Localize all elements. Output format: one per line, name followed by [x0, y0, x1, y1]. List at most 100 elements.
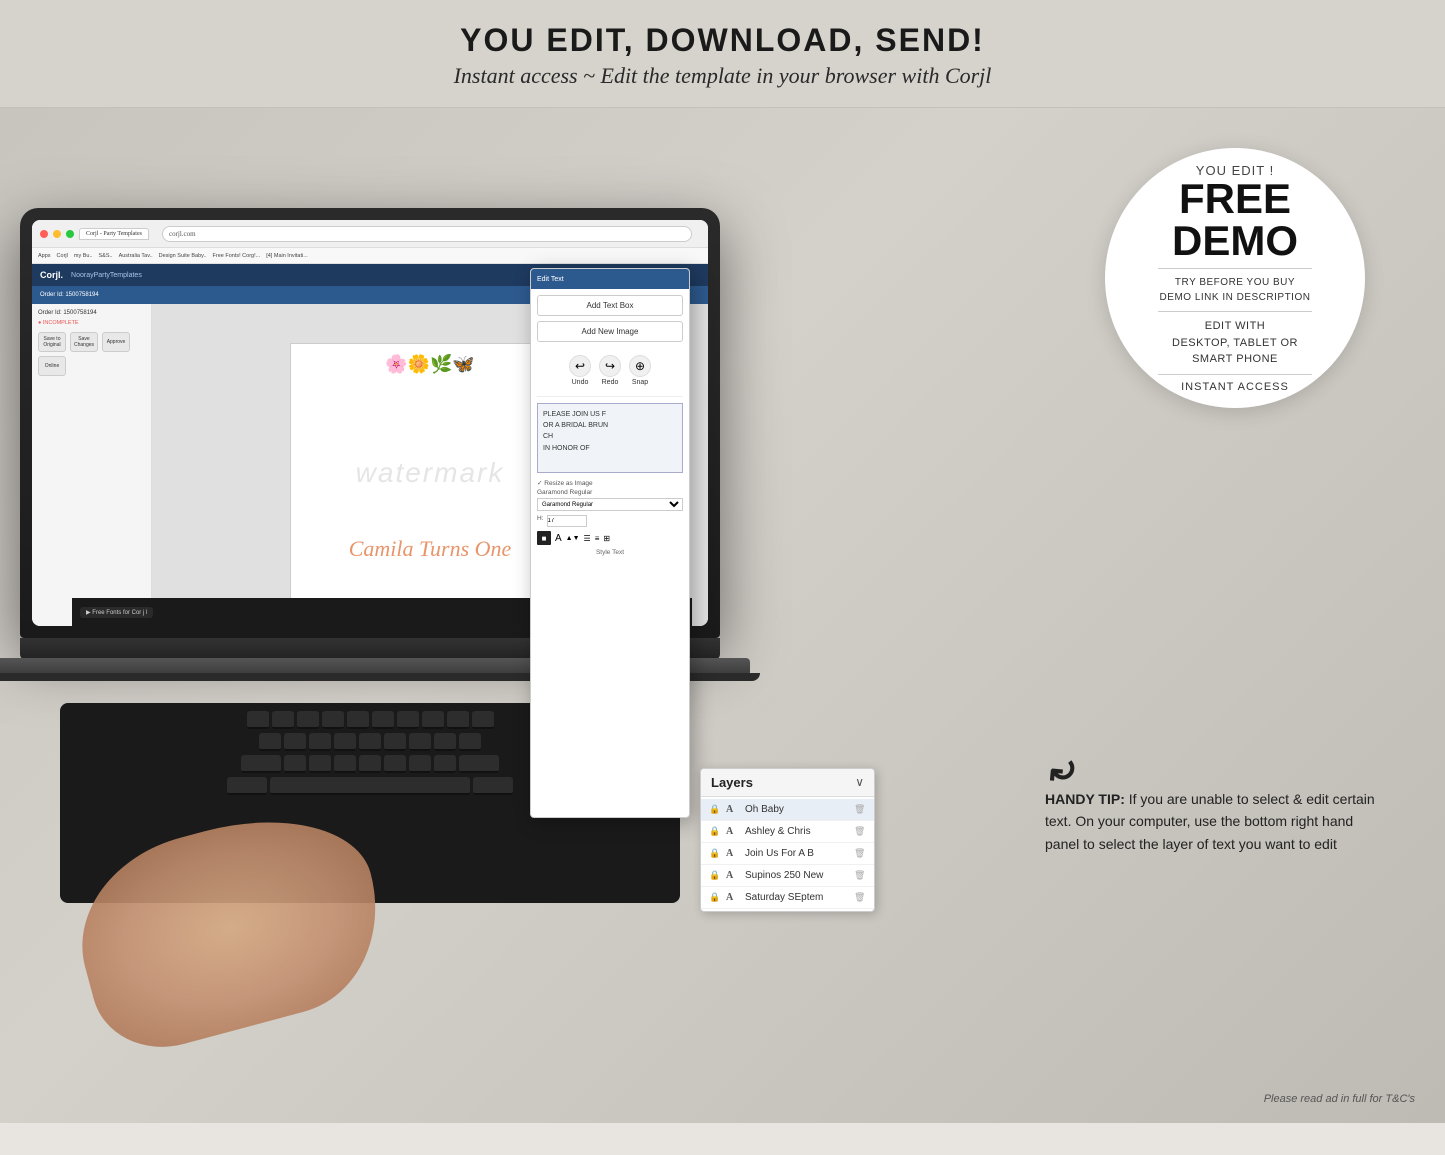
layer-delete-5[interactable]: 🗑: [854, 892, 866, 903]
canvas-script-text: Camila Turns One: [349, 536, 512, 562]
demo-try-text: TRY BEFORE YOU BUYDEMO LINK IN DESCRIPTI…: [1160, 275, 1311, 305]
fp-font-label: Garamond Regular: [537, 489, 683, 496]
layers-header[interactable]: Layers ∨: [701, 769, 874, 797]
browser-close-btn[interactable]: [40, 230, 48, 238]
demo-divider-2: [1158, 311, 1312, 312]
demo-edit-with-text: EDIT WITHDESKTOP, TABLET ORSMART PHONE: [1172, 318, 1298, 368]
key-g: [359, 733, 381, 751]
key-n: [409, 755, 431, 773]
snap-button[interactable]: ⊕ Snap: [629, 355, 651, 386]
fp-font-select[interactable]: Garamond Regular: [537, 498, 683, 511]
key-y: [372, 711, 394, 729]
taskbar-free-fonts[interactable]: ▶ Free Fonts for Cor j l: [80, 607, 153, 618]
handy-tip-label: HANDY TIP:: [1045, 791, 1125, 807]
key-c: [334, 755, 356, 773]
fp-height-input[interactable]: [547, 515, 587, 527]
bookmark-design[interactable]: Design Suite Baby..: [159, 253, 207, 259]
fp-height-label: H:: [537, 515, 544, 525]
key-i: [422, 711, 444, 729]
sidebar-save-changes[interactable]: Save Changes: [70, 332, 98, 352]
floating-panel-header: Edit Text: [531, 269, 689, 289]
key-u: [397, 711, 419, 729]
key-j: [409, 733, 431, 751]
fp-format-bold[interactable]: A: [555, 533, 562, 544]
fp-header-text: Edit Text: [537, 276, 564, 283]
layer-item[interactable]: 🔒 A Oh Baby 🗑: [701, 799, 874, 821]
layer-delete-3[interactable]: 🗑: [854, 848, 866, 859]
key-f: [334, 733, 356, 751]
bookmark-email[interactable]: [4] Main Invitati...: [266, 253, 308, 259]
fp-color-swatch[interactable]: ■: [537, 531, 551, 545]
redo-button[interactable]: ↪ Redo: [599, 355, 621, 386]
layer-name-ashley-chris: Ashley & Chris: [745, 826, 849, 837]
bookmark-apps[interactable]: Apps: [38, 253, 51, 259]
fp-text-preview: PLEASE JOIN US FOR A BRIDAL BRUNCHIN HON…: [537, 403, 683, 473]
add-text-box-button[interactable]: Add Text Box: [537, 295, 683, 316]
layers-chevron-icon: ∨: [855, 775, 864, 790]
fp-format-size[interactable]: ▲▼: [566, 535, 580, 542]
sidebar-approve[interactable]: Approve: [102, 332, 130, 352]
fp-style-text-label: Style Text: [537, 549, 683, 556]
layer-name-join-us: Join Us For A B: [745, 848, 849, 859]
layers-list: 🔒 A Oh Baby 🗑 🔒 A Ashley & Chris 🗑 🔒 A J…: [701, 797, 874, 911]
layer-item[interactable]: 🔒 A Saturday SEptem 🗑: [701, 887, 874, 909]
fp-divider-1: [537, 396, 683, 397]
corjl-nav-item[interactable]: NoorayPartyTemplates: [71, 272, 142, 279]
layer-item[interactable]: 🔒 A Join Us For A B 🗑: [701, 843, 874, 865]
sidebar-online[interactable]: Online: [38, 356, 66, 376]
demo-divider-3: [1158, 374, 1312, 375]
key-h: [384, 733, 406, 751]
redo-label: Redo: [602, 379, 619, 386]
layer-type-2: A: [726, 826, 740, 837]
browser-maximize-btn[interactable]: [66, 230, 74, 238]
undo-button[interactable]: ↩ Undo: [569, 355, 591, 386]
layer-delete-2[interactable]: 🗑: [854, 826, 866, 837]
layer-lock-icon-1: 🔒: [709, 804, 721, 815]
top-banner: YOU EDIT, DOWNLOAD, SEND! Instant access…: [0, 0, 1445, 108]
toolbar-order-id: Order Id: 1500758194: [40, 292, 99, 298]
key-k: [434, 733, 456, 751]
layer-item[interactable]: 🔒 A Supinos 250 New 🗑: [701, 865, 874, 887]
key-space: [270, 777, 470, 795]
canvas-flowers: 🌸🌼🌿🦋: [385, 354, 475, 375]
layer-lock-icon-2: 🔒: [709, 826, 721, 837]
browser-minimize-btn[interactable]: [53, 230, 61, 238]
sidebar-status: ● INCOMPLETE: [38, 320, 145, 326]
fp-format-icon2[interactable]: ≡: [595, 534, 600, 543]
key-q: [247, 711, 269, 729]
undo-label: Undo: [572, 379, 589, 386]
floating-edit-panel: Edit Text Add Text Box Add New Image ↩ U…: [530, 268, 690, 818]
handy-tip-section: HANDY TIP: If you are unable to select &…: [1045, 788, 1385, 855]
layer-type-3: A: [726, 848, 740, 859]
canvas-watermark: watermark: [356, 457, 505, 489]
key-ctrl: [227, 777, 267, 795]
banner-subheadline: Instant access ~ Edit the template in yo…: [20, 63, 1425, 89]
bookmark-australia[interactable]: Australia Tav..: [119, 253, 153, 259]
layer-delete-1[interactable]: 🗑: [854, 804, 866, 815]
key-t: [347, 711, 369, 729]
fp-format-icon1[interactable]: ☰: [584, 534, 591, 543]
bookmark-sas[interactable]: S&S..: [99, 253, 113, 259]
bookmark-corjl[interactable]: Corjl: [57, 253, 68, 259]
bookmark-free[interactable]: Free Fonts! Corg!...: [213, 253, 261, 259]
browser-tab[interactable]: Corjl - Party Templates: [79, 228, 149, 240]
layer-type-4: A: [726, 870, 740, 881]
add-new-image-button[interactable]: Add New Image: [537, 321, 683, 342]
floating-panel-content: Add Text Box Add New Image ↩ Undo ↪ Redo…: [531, 289, 689, 566]
fp-format-icon3[interactable]: ⊞: [603, 534, 610, 543]
canvas-design: 🌸🌼🌿🦋 🦋 watermark Camila Turns One: [290, 343, 570, 603]
layer-name-supinos: Supinos 250 New: [745, 870, 849, 881]
redo-icon: ↪: [599, 355, 621, 377]
browser-urlbar[interactable]: corjl.com: [162, 226, 692, 242]
key-v: [359, 755, 381, 773]
sidebar-save-original[interactable]: Save to Original: [38, 332, 66, 352]
browser-chrome: Corjl - Party Templates corjl.com: [32, 220, 708, 248]
sidebar-icons: Save to Original Save Changes Approve On…: [38, 332, 145, 376]
banner-headline: YOU EDIT, DOWNLOAD, SEND!: [20, 22, 1425, 59]
layer-delete-4[interactable]: 🗑: [854, 870, 866, 881]
key-a: [259, 733, 281, 751]
layer-item[interactable]: 🔒 A Ashley & Chris 🗑: [701, 821, 874, 843]
key-m: [434, 755, 456, 773]
bookmark-mybu[interactable]: my Bu..: [74, 253, 93, 259]
layer-name-oh-baby: Oh Baby: [745, 804, 849, 815]
